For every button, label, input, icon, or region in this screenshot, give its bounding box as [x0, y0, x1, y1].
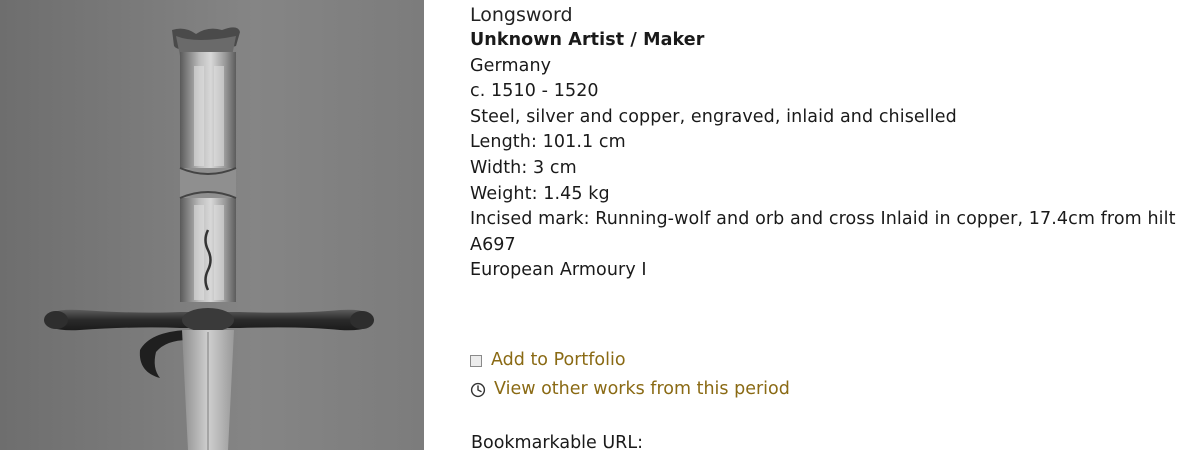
longsword-image	[44, 27, 374, 450]
object-details: Longsword Unknown Artist / Maker Germany…	[470, 2, 1190, 284]
checkbox-icon[interactable]	[470, 355, 482, 367]
object-maker: Unknown Artist / Maker	[470, 30, 705, 50]
object-date: c. 1510 - 1520	[470, 81, 599, 102]
object-materials: Steel, silver and copper, engraved, inla…	[470, 106, 957, 127]
object-title: Longsword	[470, 4, 573, 26]
view-period-link[interactable]: View other works from this period	[470, 375, 790, 404]
object-accession: A697	[470, 234, 516, 255]
view-period-label: View other works from this period	[494, 379, 790, 399]
object-weight: Weight: 1.45 kg	[470, 183, 610, 204]
object-place: Germany	[470, 55, 552, 76]
object-mark: Incised mark: Running-wolf and orb and c…	[470, 209, 1176, 230]
object-length: Length: 101.1 cm	[470, 132, 626, 153]
add-to-portfolio-label: Add to Portfolio	[491, 350, 626, 370]
object-actions: Add to Portfolio View other works from t…	[470, 346, 790, 404]
clock-icon	[470, 382, 486, 397]
bookmarkable-url-label: Bookmarkable URL:	[471, 433, 643, 453]
object-width: Width: 3 cm	[470, 157, 577, 178]
object-photo	[0, 0, 424, 450]
add-to-portfolio-link[interactable]: Add to Portfolio	[470, 346, 790, 375]
object-gallery: European Armoury I	[470, 260, 647, 281]
